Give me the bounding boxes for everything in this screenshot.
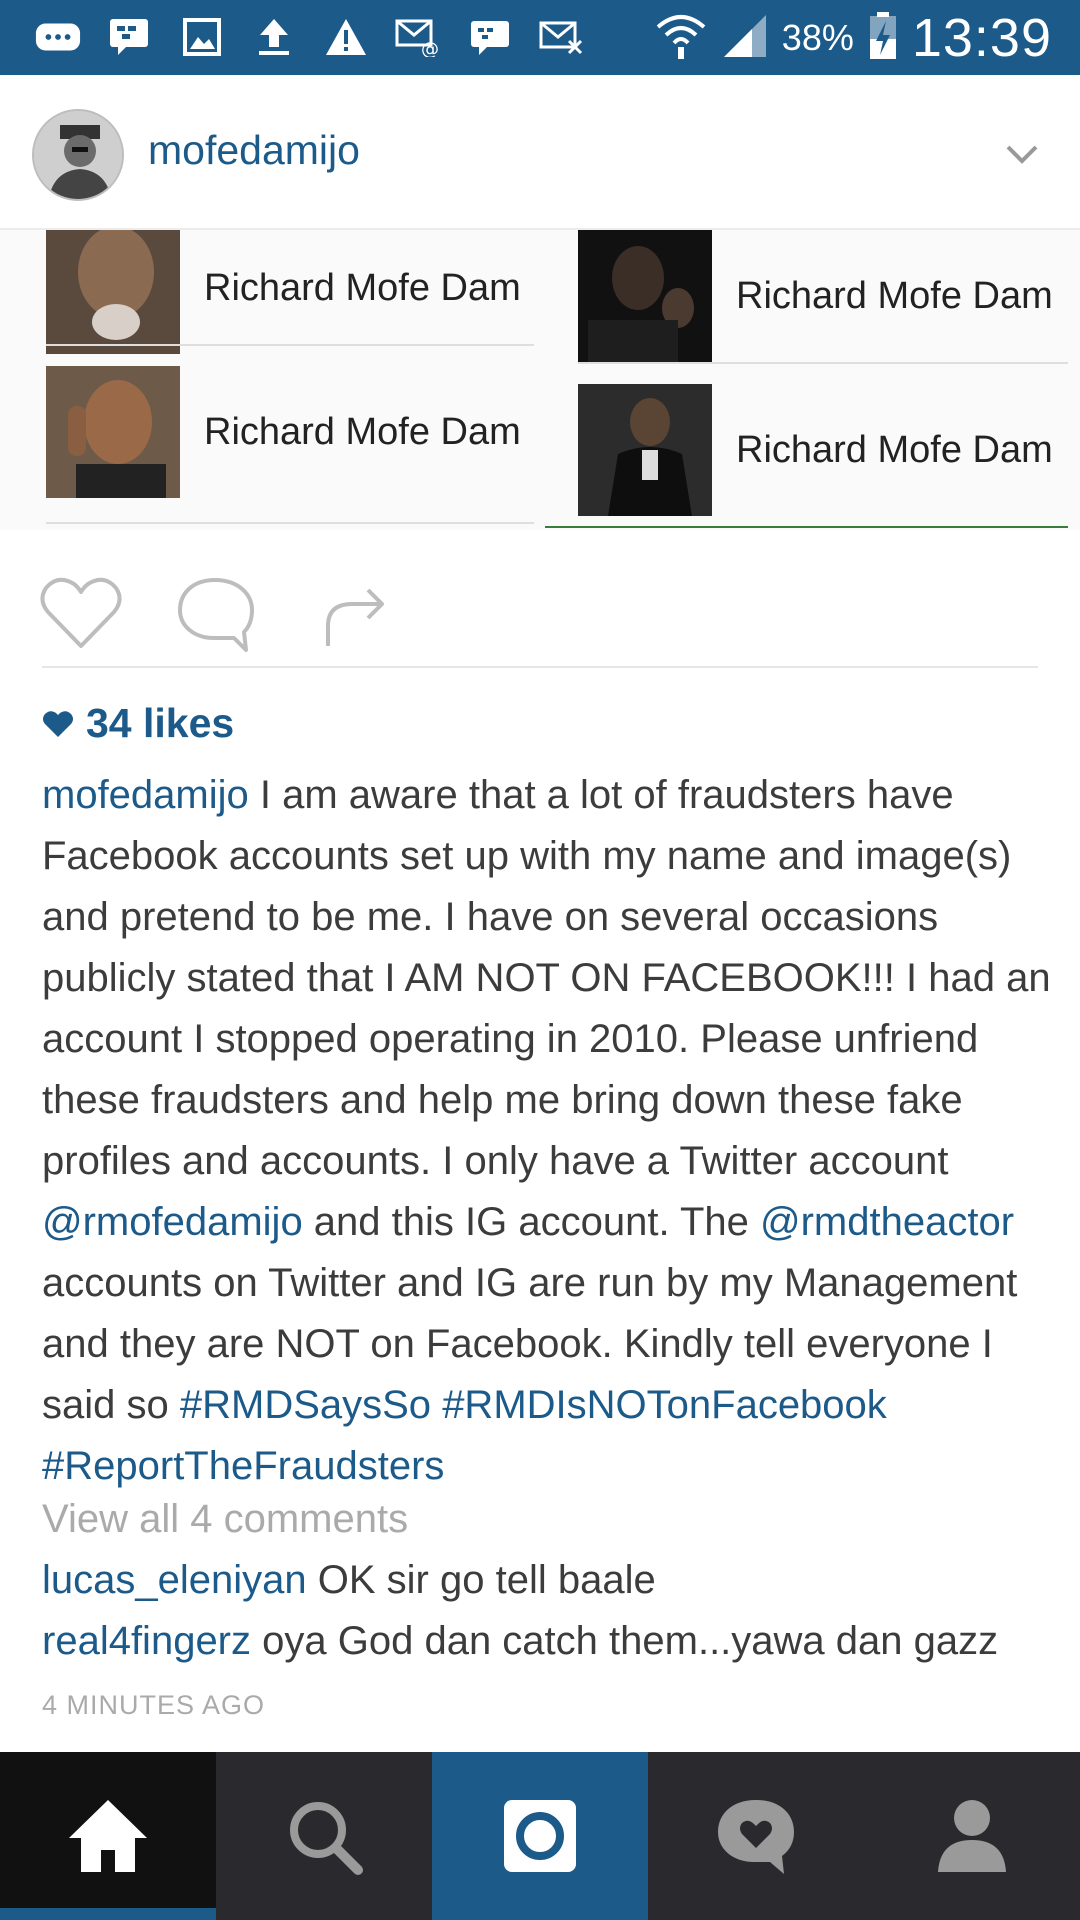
small-heart-icon — [43, 710, 73, 737]
profile-name: Richard Mofe Dam — [204, 410, 521, 453]
bbm-icon — [106, 14, 154, 60]
post-timestamp: 4 MINUTES AGO — [42, 1690, 266, 1720]
upload-icon — [250, 14, 298, 60]
wifi-icon — [654, 11, 708, 66]
profile-card: Richard Mofe Dam — [46, 230, 534, 354]
profile-thumbnail — [46, 230, 180, 354]
post-caption: mofedamijo I am aware that a lot of frau… — [42, 765, 1052, 1497]
action-divider — [42, 666, 1038, 668]
comment-text: OK sir go tell baale — [306, 1558, 656, 1602]
mention-link[interactable]: @rmdtheactor — [760, 1200, 1014, 1244]
caption-text: and this IG account. The — [302, 1200, 760, 1244]
card-divider — [578, 362, 1068, 364]
profile-name: Richard Mofe Dam — [736, 428, 1053, 471]
profile-icon — [938, 1800, 1006, 1872]
profile-name: Richard Mofe Dam — [204, 266, 521, 309]
card-divider — [46, 522, 534, 524]
comment-icon[interactable] — [172, 570, 258, 656]
tab-camera[interactable] — [432, 1752, 648, 1920]
comment-user[interactable]: real4fingerz — [42, 1619, 251, 1663]
tab-activity[interactable] — [648, 1752, 864, 1920]
caption-author[interactable]: mofedamijo — [42, 773, 249, 817]
profile-thumbnail — [578, 384, 712, 516]
card-divider — [46, 344, 534, 346]
share-icon[interactable] — [312, 570, 398, 656]
email-icon: @ — [394, 14, 442, 60]
comment: lucas_eleniyan OK sir go tell baale — [42, 1558, 656, 1603]
notification-icons: @ — [34, 14, 586, 60]
profile-card: Richard Mofe Dam — [46, 366, 534, 498]
camera-icon — [504, 1800, 576, 1872]
comment-text: oya God dan catch them...yawa dan gazz — [251, 1619, 999, 1663]
tab-search[interactable] — [216, 1752, 432, 1920]
missed-email-icon — [538, 14, 586, 60]
profile-card: Richard Mofe Dam — [578, 384, 1066, 516]
profile-thumbnail — [578, 230, 712, 362]
card-divider-active — [545, 526, 1068, 528]
battery-charging-icon — [868, 11, 898, 66]
likes-count[interactable]: 34 likes — [42, 700, 234, 747]
bbm-chat-icon — [466, 14, 514, 60]
bottom-nav — [0, 1752, 1080, 1920]
profile-name: Richard Mofe Dam — [736, 274, 1053, 317]
hashtag-link[interactable]: #RMDSaysSo — [180, 1383, 431, 1427]
chevron-down-icon[interactable] — [1002, 135, 1042, 175]
comment: real4fingerz oya God dan catch them...ya… — [42, 1619, 998, 1664]
status-bar: @ 38% 13:39 — [0, 0, 1080, 75]
profile-card: Richard Mofe Dam — [578, 230, 1066, 362]
hashtag-link[interactable]: #RMDIsNOTonFacebook — [442, 1383, 887, 1427]
caption-text: I am aware that a lot of fraudsters have… — [42, 773, 1051, 1183]
heart-icon[interactable] — [38, 570, 124, 656]
comment-user[interactable]: lucas_eleniyan — [42, 1558, 307, 1602]
post-username[interactable]: mofedamijo — [148, 127, 360, 174]
tab-home[interactable] — [0, 1752, 216, 1920]
svg-text:@: @ — [421, 39, 439, 57]
warning-icon — [322, 14, 370, 60]
tab-profile[interactable] — [864, 1752, 1080, 1920]
likes-label: 34 likes — [86, 700, 235, 746]
gallery-icon — [178, 14, 226, 60]
home-icon — [69, 1800, 147, 1872]
mention-link[interactable]: @rmofedamijo — [42, 1200, 303, 1244]
signal-icon — [722, 13, 768, 64]
post-header: mofedamijo — [0, 75, 1080, 230]
search-icon — [290, 1802, 363, 1875]
battery-percent: 38% — [781, 17, 854, 58]
action-bar — [0, 560, 1080, 665]
message-icon — [34, 14, 82, 60]
status-right: 38% 13:39 — [654, 6, 1052, 70]
view-all-comments[interactable]: View all 4 comments — [42, 1497, 408, 1542]
profile-thumbnail — [46, 366, 180, 498]
activity-icon — [718, 1800, 794, 1874]
avatar[interactable] — [32, 109, 124, 201]
clock: 13:39 — [911, 8, 1052, 68]
hashtag-link[interactable]: #ReportTheFraudsters — [42, 1444, 444, 1488]
post-photo[interactable]: Richard Mofe Dam Richard Mofe Dam Richar… — [0, 230, 1080, 530]
